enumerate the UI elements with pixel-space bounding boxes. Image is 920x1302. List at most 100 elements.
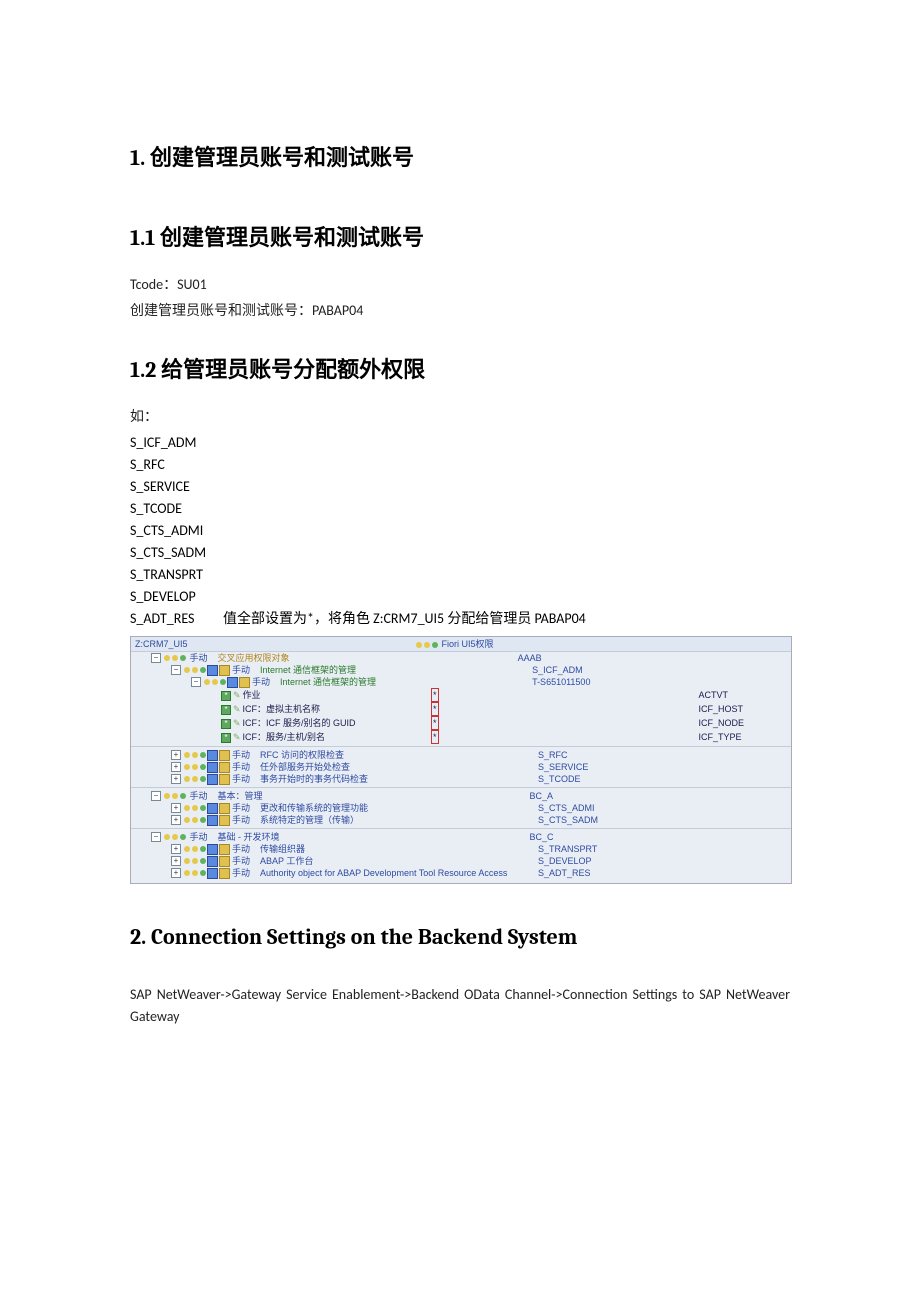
sap-node-dev-env: 基础 - 开发环境 (218, 831, 530, 843)
star-icon: * (221, 705, 231, 715)
folder-icon (239, 677, 250, 688)
sap-code-s-develop: S_DEVELOP (538, 855, 592, 867)
permission-s-service: S_SERVICE (130, 476, 790, 498)
text-such-as: 如： (130, 406, 790, 428)
expand-icon: + (171, 774, 181, 784)
sap-code-s-adt-res: S_ADT_RES (538, 867, 591, 879)
sap-code-s-rfc: S_RFC (538, 749, 568, 761)
object-icon (207, 844, 218, 855)
sap-manual-label: 手动 (232, 814, 250, 826)
expand-icon: + (171, 815, 181, 825)
object-icon (207, 815, 218, 826)
sap-field-actvt: ACTVT (699, 689, 729, 701)
permission-s-rfc: S_RFC (130, 454, 790, 476)
star-icon: * (221, 733, 231, 743)
expand-icon: − (151, 653, 161, 663)
permission-s-tcode: S_TCODE (130, 498, 790, 520)
sap-code-s-cts-sadm: S_CTS_SADM (538, 814, 598, 826)
sap-node-basic-admin: 基本：管理 (218, 790, 530, 802)
pencil-icon: ✎ (233, 732, 241, 742)
sap-code-aaab: AAAB (518, 652, 542, 664)
sap-code-s-cts-admi: S_CTS_ADMI (538, 802, 595, 814)
sap-code-s-service: S_SERVICE (538, 761, 588, 773)
heading-1-1: 1.1 创建管理员账号和测试账号 (130, 220, 790, 252)
object-icon (227, 677, 238, 688)
sap-manual-label: 手动 (190, 831, 208, 843)
sap-manual-label: 手动 (190, 790, 208, 802)
pencil-icon: ✎ (233, 704, 241, 714)
pencil-icon: ✎ (233, 718, 241, 728)
heading-1: 1. 创建管理员账号和测试账号 (130, 140, 790, 172)
sap-code-bc-a: BC_A (530, 790, 554, 802)
pencil-icon: ✎ (233, 690, 241, 700)
sap-code-bc-c: BC_C (530, 831, 554, 843)
sap-node-tcode-check: 事务开始时的事务代码检查 (260, 773, 538, 785)
person-icon (219, 665, 230, 676)
permission-s-cts-sadm: S_CTS_SADM (130, 542, 790, 564)
person-icon (219, 856, 230, 867)
person-icon (219, 815, 230, 826)
expand-icon: − (191, 677, 201, 687)
permission-s-adt-res: S_ADT_RES (130, 610, 195, 627)
expand-icon: + (171, 868, 181, 878)
permission-s-develop: S_DEVELOP (130, 586, 790, 608)
sap-node-icf-mgmt-auth: Internet 通信框架的管理 (280, 676, 376, 688)
sap-field-icf-guid: ICF：ICF 服务/别名的 GUID (243, 718, 356, 728)
sap-manual-label: 手动 (252, 676, 270, 688)
sap-manual-label: 手动 (232, 664, 250, 676)
expand-icon: + (171, 844, 181, 854)
sap-code-s-tcode: S_TCODE (538, 773, 581, 785)
expand-icon: + (171, 750, 181, 760)
object-icon (207, 774, 218, 785)
sap-node-rfc-check: RFC 访问的权限检查 (260, 749, 538, 761)
sap-role-name: Z:CRM7_UI5 (135, 639, 188, 649)
red-highlight-box: * (431, 702, 439, 716)
sap-code-profile: T-S651011500 (532, 676, 590, 688)
sap-node-ext-service: 任外部服务开始处检查 (260, 761, 538, 773)
sap-code-s-icf-adm: S_ICF_ADM (532, 664, 583, 676)
expand-icon: + (171, 856, 181, 866)
expand-icon: + (171, 762, 181, 772)
sap-manual-label: 手动 (232, 843, 250, 855)
sap-node-system-admin: 系统特定的管理（传输） (260, 814, 538, 826)
sap-field-icf-node-code: ICF_NODE (699, 717, 745, 729)
text-connection-path: SAP NetWeaver->Gateway Service Enablemen… (130, 984, 790, 1028)
permission-s-icf-adm: S_ICF_ADM (130, 432, 790, 454)
sap-field-icf-host-code: ICF_HOST (699, 703, 744, 715)
object-icon (207, 750, 218, 761)
sap-node-icf-mgmt: Internet 通信框架的管理 (260, 664, 356, 676)
expand-icon: − (171, 665, 181, 675)
sap-node-transport-org: 传输组织器 (260, 843, 538, 855)
permission-s-adt-res-row: S_ADT_RES 值全部设置为*，将角色 Z:CRM7_UI5 分配给管理员 … (130, 608, 790, 630)
person-icon (219, 844, 230, 855)
red-highlight-box: * (431, 730, 439, 744)
red-highlight-box: * (431, 716, 439, 730)
sap-manual-label: 手动 (232, 802, 250, 814)
sap-manual-label: 手动 (232, 749, 250, 761)
sap-field-icf-type-code: ICF_TYPE (699, 731, 742, 743)
object-icon (207, 803, 218, 814)
permission-s-transprt: S_TRANSPRT (130, 564, 790, 586)
person-icon (219, 803, 230, 814)
person-icon (219, 762, 230, 773)
red-highlight-box: * (431, 688, 439, 702)
sap-node-cross-app: 交叉应用权限对象 (218, 652, 290, 664)
text-create-account: 创建管理员账号和测试账号：PABAP04 (130, 300, 790, 322)
sap-manual-label: 手动 (232, 867, 250, 879)
person-icon (219, 868, 230, 879)
sap-node-abap-workbench: ABAP 工作台 (260, 855, 538, 867)
permission-last-note: 值全部设置为*，将角色 Z:CRM7_UI5 分配给管理员 PABAP04 (223, 610, 586, 627)
sap-manual-label: 手动 (232, 855, 250, 867)
expand-icon: + (171, 803, 181, 813)
heading-1-2: 1.2 给管理员账号分配额外权限 (130, 352, 790, 384)
sap-node-adt-auth: Authority object for ABAP Development To… (260, 867, 538, 879)
text-tcode: Tcode：SU01 (130, 274, 790, 296)
sap-manual-label: 手动 (232, 761, 250, 773)
permission-s-cts-admi: S_CTS_ADMI (130, 520, 790, 542)
heading-2: 2. Connection Settings on the Backend Sy… (130, 924, 790, 950)
sap-manual-label: 手动 (190, 652, 208, 664)
star-icon: * (221, 719, 231, 729)
sap-field-icf-host: ICF：虚拟主机名称 (243, 704, 321, 714)
object-icon (207, 665, 218, 676)
object-icon (207, 856, 218, 867)
